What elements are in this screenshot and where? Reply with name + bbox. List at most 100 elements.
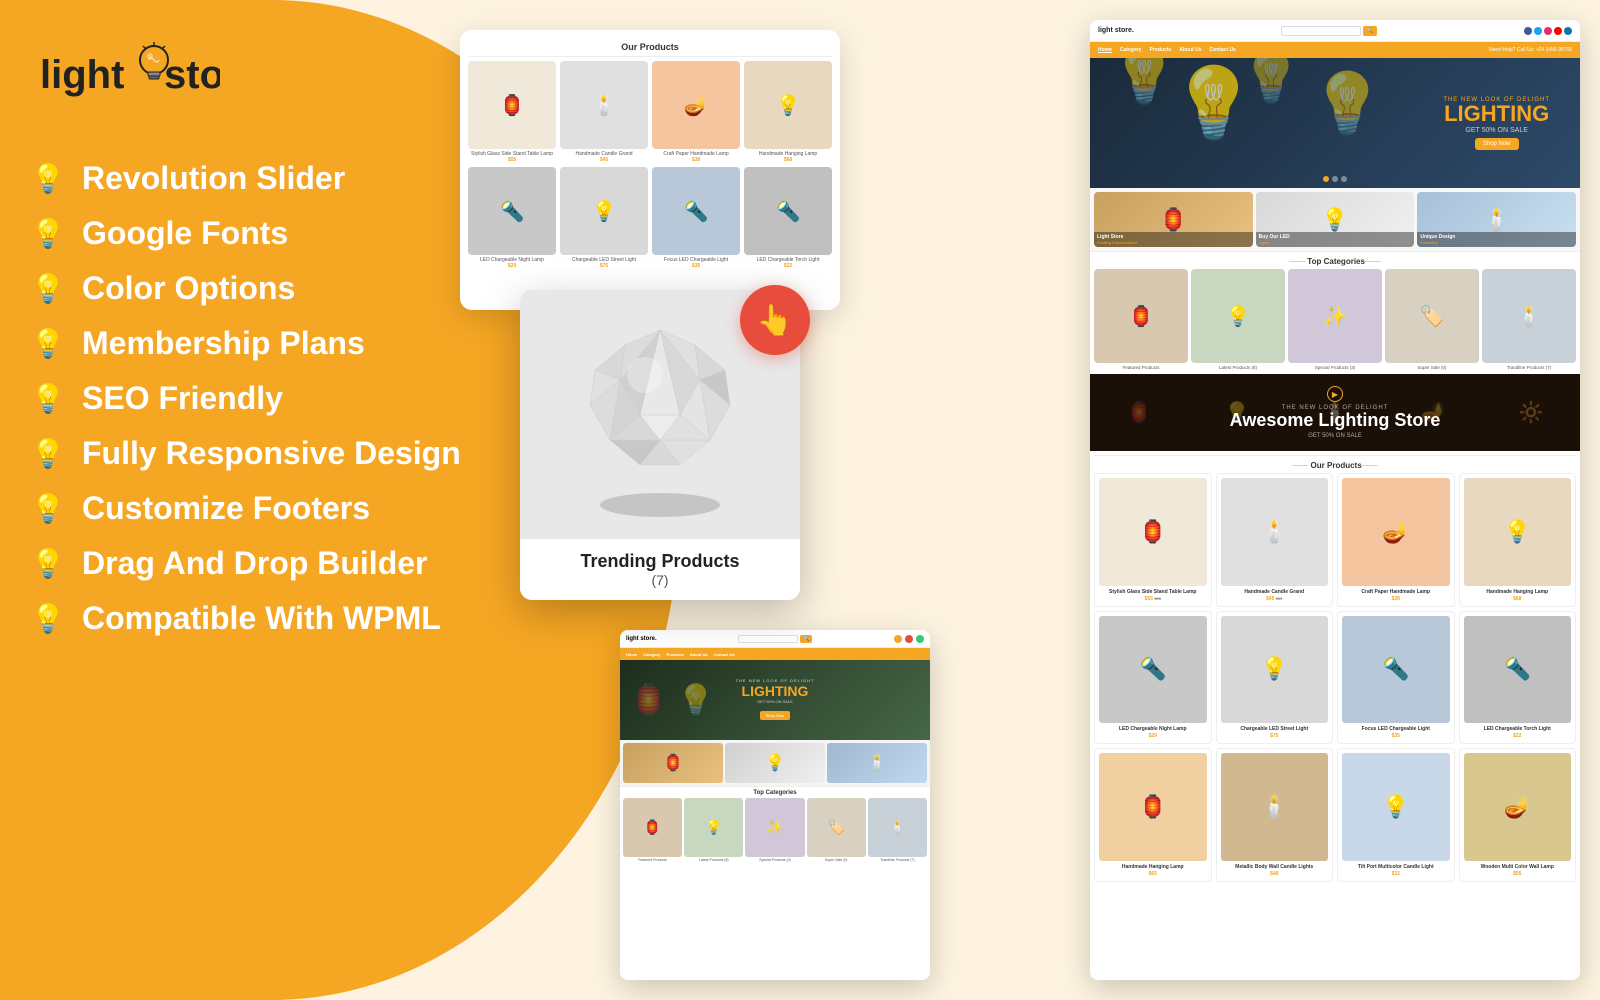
mockup-products-grid: 🏮 Stylish Glass Side Stand Table Lamp $5… [468,61,832,269]
wp-menu-contact[interactable]: Contact Us [1210,47,1236,53]
feature-item-color-options: 💡 Color Options [30,270,461,307]
wp-prod-4[interactable]: 💡 Handmade Hanging Lamp $68 [1459,473,1577,607]
touch-icon: 👆 [756,303,793,338]
wp-dot-1[interactable] [1323,176,1329,182]
wp-banner-sub-2: Lights [1259,240,1412,245]
wp-hero-shop-button[interactable]: Shop Now [1475,138,1519,150]
wp-menu-home[interactable]: Home [1098,47,1112,53]
mockup-product-price-7: $35 [652,263,740,269]
wp2-banner-1[interactable]: 🏮 [623,743,723,783]
feature-item-seo: 💡 SEO Friendly [30,380,461,417]
wp-cat-img-sale: 🏷️ [1385,269,1479,363]
wp-banner-2[interactable]: 💡 Buy Our LED Lights [1256,192,1415,247]
wp2-menu: Home Category Products About Us Contact … [620,648,930,660]
mockup-product-price-3: $38 [652,157,740,163]
mockup-product-price-8: $22 [744,263,832,269]
wp-prod-7[interactable]: 🔦 Focus LED Chargeable Light $35 [1337,611,1455,745]
wp-prod-10[interactable]: 🕯️ Metallic Body Wall Candle Lights $48 [1216,748,1334,882]
wp-prod-img-11: 💡 [1342,753,1450,861]
wp-prod-2[interactable]: 🕯️ Handmade Candle Grand $45 $60 [1216,473,1334,607]
wp2-cat-2[interactable]: 💡 Latest Products (8) [684,798,743,862]
wp-prod-img-8: 🔦 [1464,616,1572,724]
wp-prod-5[interactable]: 🔦 LED Chargeable Night Lamp $29 [1094,611,1212,745]
wp2-menu-category[interactable]: Category [643,652,660,657]
wp-youtube-icon[interactable] [1554,27,1562,35]
wp-cat-sale[interactable]: 🏷️ Super Sale (0) [1385,269,1479,370]
wp2-cat-img-2: 💡 [684,798,743,857]
wp-hero-banner: 💡 💡 💡 💡 THE NEW LOOK OF DELIGHT LIGHTING… [1090,58,1580,188]
wp-linkedin-icon[interactable] [1564,27,1572,35]
wp-cat-img-special: ✨ [1288,269,1382,363]
wp-cat-special[interactable]: ✨ Special Products (3) [1288,269,1382,370]
wp2-cat-5[interactable]: 🕯️ Trandline Products (7) [868,798,927,862]
wp2-search-input[interactable] [738,635,798,643]
wp-twitter-icon[interactable] [1534,27,1542,35]
bulb-icon-9: 💡 [30,601,66,637]
wp2-menu-home[interactable]: Home [626,652,637,657]
wp2-nav: light store. 🔍 [620,630,930,648]
wp-prod-price-5: $29 [1099,733,1207,739]
wp2-hero-shop-button[interactable]: Shop Now [760,711,790,720]
wp-search-button[interactable]: 🔍 [1363,26,1377,36]
wp-hero-bulb-4: 💡 [1310,68,1385,139]
feature-item-drag-drop: 💡 Drag And Drop Builder [30,545,461,582]
mockup-product-2: 🕯️ Handmade Candle Grand $45 [560,61,648,163]
wp2-banner-2[interactable]: 💡 [725,743,825,783]
mockup-product-5: 🔦 LED Chargeable Night Lamp $29 [468,167,556,269]
wp2-banner-row: 🏮 💡 🕯️ [620,740,930,786]
wp-prod-6[interactable]: 💡 Chargeable LED Street Light $75 [1216,611,1334,745]
wp-contact-info: Need Help? Call Us: +04 3456 98765 [1489,47,1572,53]
wp2-menu-about[interactable]: About Us [690,652,708,657]
wp-facebook-icon[interactable] [1524,27,1532,35]
wp-cat-trending[interactable]: 🕯️ Trandline Products (7) [1482,269,1576,370]
wp-prod-price-11: $32 [1342,871,1450,877]
wp-prod-name-6: Chargeable LED Street Light [1221,726,1329,732]
svg-text:light: light [40,53,124,97]
wp-prod-12[interactable]: 🪔 Wooden Multi Color Wall Lamp $55 [1459,748,1577,882]
wp-prod-11[interactable]: 💡 Tilt Port Multicolor Candle Light $32 [1337,748,1455,882]
wp2-menu-products[interactable]: Products [666,652,683,657]
wp2-cart-icon[interactable] [894,635,902,643]
wp-prod-8[interactable]: 🔦 LED Chargeable Torch Light $22 [1459,611,1577,745]
wp-prod-name-2: Handmade Candle Grand [1221,589,1329,595]
wp2-menu-contact[interactable]: Contact Us [714,652,735,657]
wp-search-box[interactable] [1281,26,1361,36]
wp-dot-2[interactable] [1332,176,1338,182]
wp-prod-img-3: 🪔 [1342,478,1450,586]
wp-prod-img-2: 🕯️ [1221,478,1329,586]
wp-banner-1[interactable]: 🏮 Light Store Exciting Enhancement [1094,192,1253,247]
wp-prod-price-8: $22 [1464,733,1572,739]
mockup-product-img-8: 🔦 [744,167,832,255]
wp2-cat-label-2: Latest Products (8) [684,858,743,862]
wp-prod-3[interactable]: 🪔 Craft Paper Handmade Lamp $38 [1337,473,1455,607]
feature-item-revolution-slider: 💡 Revolution Slider [30,160,461,197]
wp-prod-name-4: Handmade Hanging Lamp [1464,589,1572,595]
wp-categories-title: Top Categories [1090,251,1580,269]
wp2-cat-3[interactable]: ✨ Special Products (3) [745,798,804,862]
wp2-cat-img-1: 🏮 [623,798,682,857]
wp2-hero: 🏮 💡 THE NEW LOOK OF DELIGHT LIGHTING GET… [620,660,930,740]
wp2-user-icon[interactable] [905,635,913,643]
wp-menu-category[interactable]: Category [1120,47,1142,53]
wp2-categories-title: Top Categories [620,786,930,798]
wp-menu-about[interactable]: About Us [1179,47,1201,53]
wp-dot-3[interactable] [1341,176,1347,182]
wp2-banner-bg-3: 🕯️ [827,743,927,783]
wp-prod-9[interactable]: 🏮 Handmade Hanging Lamp $65 [1094,748,1212,882]
wp2-cat-img-3: ✨ [745,798,804,857]
wp2-search-button[interactable]: 🔍 [800,635,812,643]
wp-cat-latest[interactable]: 💡 Latest Products (8) [1191,269,1285,370]
wp-instagram-icon[interactable] [1544,27,1552,35]
mockup-product-img-6: 💡 [560,167,648,255]
wp2-cat-1[interactable]: 🏮 Featured Products [623,798,682,862]
feature-item-wpml: 💡 Compatible With WPML [30,600,461,637]
wp-menu-products[interactable]: Products [1150,47,1172,53]
wp-cat-featured[interactable]: 🏮 Featured Products [1094,269,1188,370]
wp-prod-1[interactable]: 🏮 Stylish Glass Side Stand Table Lamp $5… [1094,473,1212,607]
wp-prod-name-12: Wooden Multi Color Wall Lamp [1464,864,1572,870]
wp-banner-3[interactable]: 🕯️ Unique Design Collection [1417,192,1576,247]
wp2-banner-3[interactable]: 🕯️ [827,743,927,783]
wp2-wishlist-icon[interactable] [916,635,924,643]
wp-cat-label-trending: Trandline Products (7) [1482,365,1576,370]
wp2-cat-4[interactable]: 🏷️ Super Sale (0) [807,798,866,862]
